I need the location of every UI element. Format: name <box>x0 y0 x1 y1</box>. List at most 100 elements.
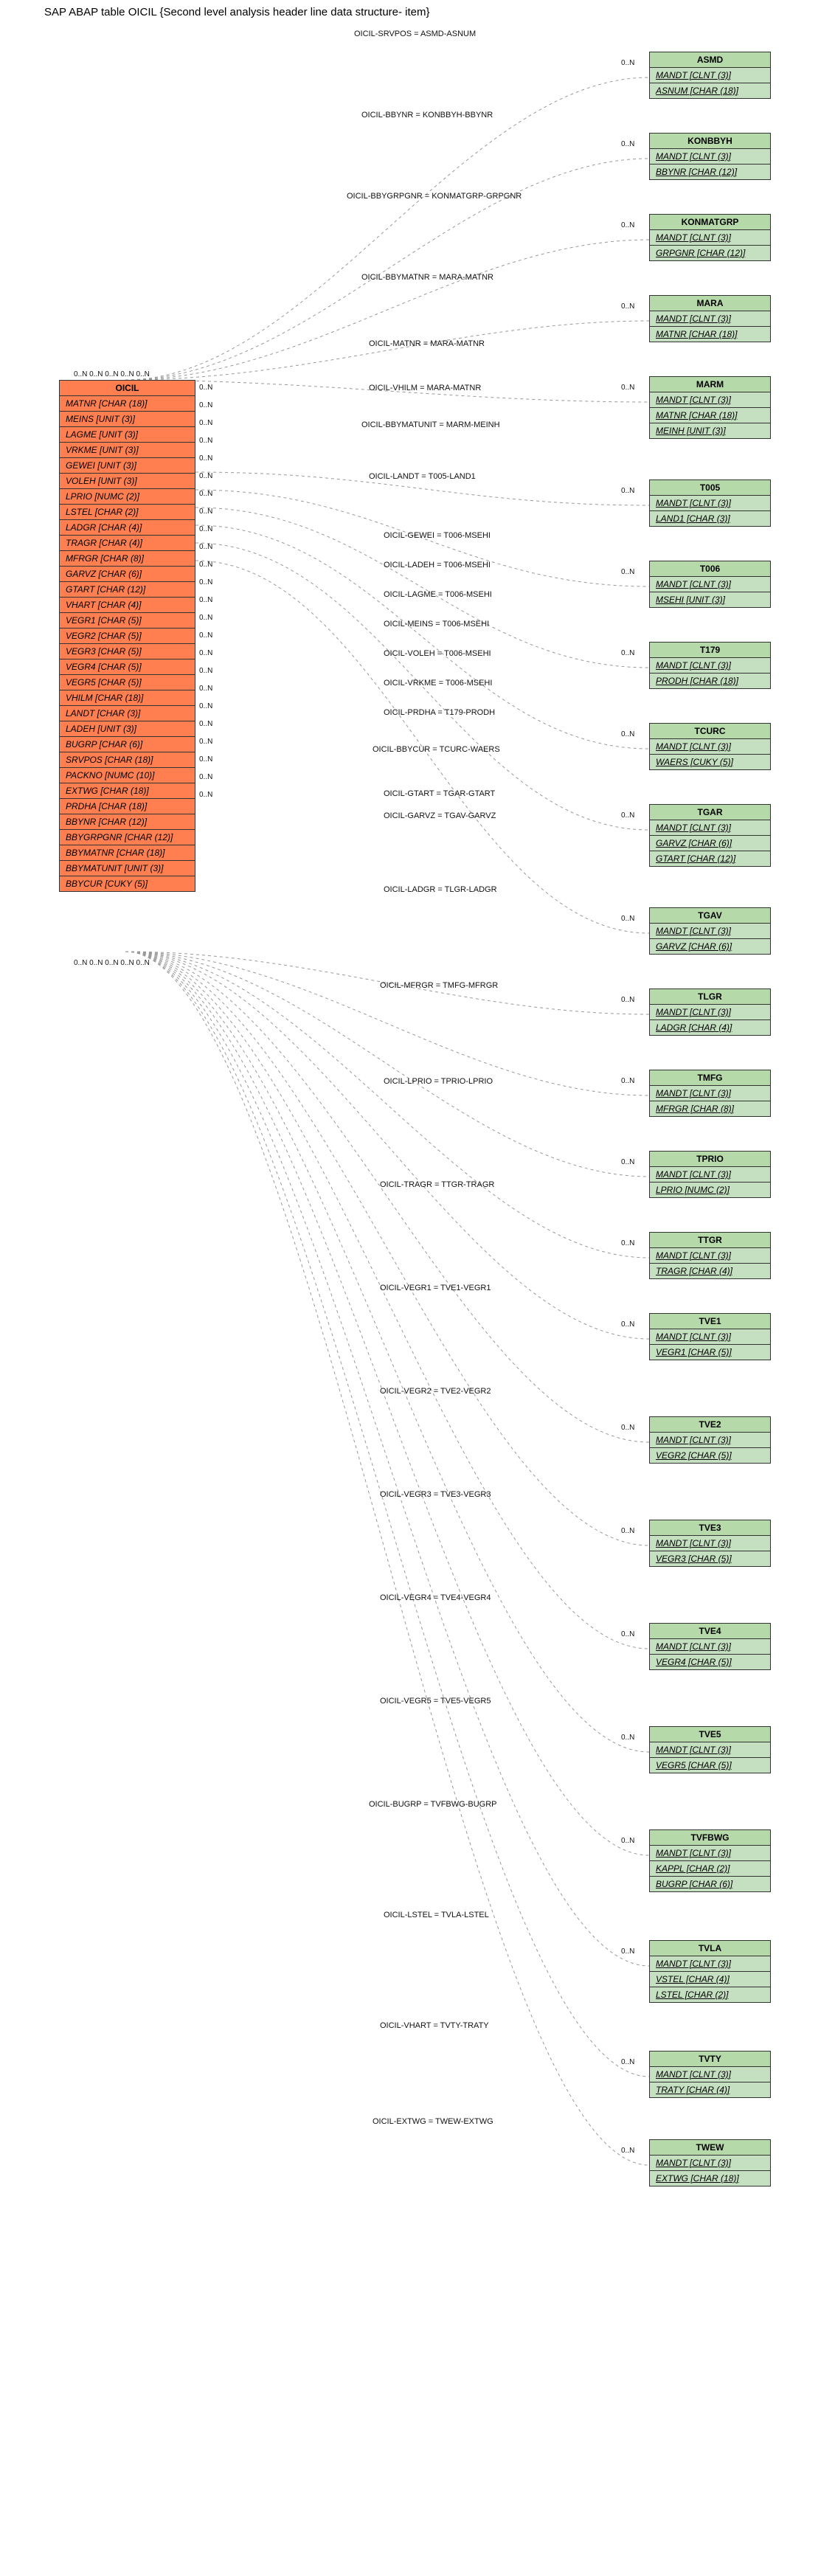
table-row: BBYNR [CHAR (12)] <box>650 165 770 179</box>
table-header: TCURC <box>650 724 770 739</box>
table-row: MEINS [UNIT (3)] <box>60 412 195 427</box>
table-row: VEGR3 [CHAR (5)] <box>60 644 195 659</box>
relation-label: OICIL-TRAGR = TTGR-TRAGR <box>380 1180 494 1189</box>
table-row: GTART [CHAR (12)] <box>60 582 195 598</box>
cardinality-label: 0..N <box>199 755 212 764</box>
table-header: KONBBYH <box>650 134 770 149</box>
relation-label: OICIL-MEINS = T006-MSEHI <box>384 620 489 629</box>
table-row: MATNR [CHAR (18)] <box>60 396 195 412</box>
cardinality-label: 0..N <box>199 561 212 569</box>
table-ttgr: TTGRMANDT [CLNT (3)]TRAGR [CHAR (4)] <box>649 1232 771 1279</box>
table-row: VSTEL [CHAR (4)] <box>650 1972 770 1987</box>
table-header: T006 <box>650 561 770 577</box>
cardinality-label: 0..N <box>199 685 212 693</box>
table-row: VEGR1 [CHAR (5)] <box>60 613 195 629</box>
relation-label: OICIL-VEGR5 = TVE5-VEGR5 <box>380 1697 491 1706</box>
table-row: LADEH [UNIT (3)] <box>60 721 195 737</box>
table-row: VEGR5 [CHAR (5)] <box>60 675 195 690</box>
table-header: TVE2 <box>650 1417 770 1433</box>
table-header: TMFG <box>650 1070 770 1086</box>
table-row: MANDT [CLNT (3)] <box>650 2156 770 2171</box>
cardinality-label: 0..N <box>621 1527 634 1535</box>
cardinality-label: 0..N <box>621 384 634 392</box>
table-header: T179 <box>650 643 770 658</box>
table-row: LSTEL [CHAR (2)] <box>650 1987 770 2002</box>
table-t179: T179MANDT [CLNT (3)]PRODH [CHAR (18)] <box>649 642 771 689</box>
relation-label: OICIL-GARVZ = TGAV-GARVZ <box>384 811 496 820</box>
relation-label: OICIL-LPRIO = TPRIO-LPRIO <box>384 1077 493 1086</box>
table-row: MATNR [CHAR (18)] <box>650 327 770 342</box>
relation-label: OICIL-MFRGR = TMFG-MFRGR <box>380 981 498 990</box>
table-row: MEINH [UNIT (3)] <box>650 423 770 438</box>
table-row: BBYMATNR [CHAR (18)] <box>60 845 195 861</box>
table-header: TWEW <box>650 2140 770 2156</box>
table-row: LPRIO [NUMC (2)] <box>60 489 195 505</box>
relation-label: OICIL-VHILM = MARA-MATNR <box>369 384 481 392</box>
cardinality-label: 0..N <box>199 419 212 427</box>
table-row: MANDT [CLNT (3)] <box>650 1956 770 1972</box>
relation-label: OICIL-BBYMATUNIT = MARM-MEINH <box>361 420 500 429</box>
table-row: GEWEI [UNIT (3)] <box>60 458 195 474</box>
table-row: BUGRP [CHAR (6)] <box>650 1877 770 1891</box>
cardinality-label: 0..N <box>199 614 212 622</box>
table-row: PACKNO [NUMC (10)] <box>60 768 195 783</box>
relation-label: OICIL-BBYCUR = TCURC-WAERS <box>373 745 500 754</box>
table-row: LSTEL [CHAR (2)] <box>60 505 195 520</box>
table-tmfg: TMFGMANDT [CLNT (3)]MFRGR [CHAR (8)] <box>649 1070 771 1117</box>
table-row: MFRGR [CHAR (8)] <box>650 1101 770 1116</box>
table-tvfbwg: TVFBWGMANDT [CLNT (3)]KAPPL [CHAR (2)]BU… <box>649 1829 771 1892</box>
table-row: TRAGR [CHAR (4)] <box>60 536 195 551</box>
table-konbbyh: KONBBYHMANDT [CLNT (3)]BBYNR [CHAR (12)] <box>649 133 771 180</box>
table-header: TVTY <box>650 2052 770 2067</box>
table-row: MANDT [CLNT (3)] <box>650 2067 770 2082</box>
table-row: SRVPOS [CHAR (18)] <box>60 752 195 768</box>
cardinality-label: 0..N <box>621 915 634 923</box>
table-row: VEGR5 [CHAR (5)] <box>650 1758 770 1773</box>
table-row: LAND1 [CHAR (3)] <box>650 511 770 526</box>
table-header: MARM <box>650 377 770 392</box>
table-header: TVE4 <box>650 1624 770 1639</box>
cardinality-label: 0..N <box>199 401 212 409</box>
table-row: MANDT [CLNT (3)] <box>650 1846 770 1861</box>
relation-label: OICIL-VEGR2 = TVE2-VEGR2 <box>380 1387 491 1396</box>
cardinality-label: 0..N <box>199 578 212 586</box>
table-row: VHART [CHAR (4)] <box>60 598 195 613</box>
table-row: TRATY [CHAR (4)] <box>650 2082 770 2097</box>
table-row: VEGR2 [CHAR (5)] <box>60 629 195 644</box>
cardinality-top: 0..N 0..N 0..N 0..N 0..N <box>74 370 150 378</box>
table-tve2: TVE2MANDT [CLNT (3)]VEGR2 [CHAR (5)] <box>649 1416 771 1464</box>
table-row: GRPGNR [CHAR (12)] <box>650 246 770 260</box>
relation-label: OICIL-LANDT = T005-LAND1 <box>369 472 476 481</box>
relation-label: OICIL-LAGME = T006-MSEHI <box>384 590 492 599</box>
table-row: LANDT [CHAR (3)] <box>60 706 195 721</box>
table-row: MANDT [CLNT (3)] <box>650 1086 770 1101</box>
table-row: EXTWG [CHAR (18)] <box>60 783 195 799</box>
table-row: VEGR2 [CHAR (5)] <box>650 1448 770 1463</box>
cardinality-label: 0..N <box>621 996 634 1004</box>
table-row: MANDT [CLNT (3)] <box>650 230 770 246</box>
relation-label: OICIL-VHART = TVTY-TRATY <box>380 2021 489 2030</box>
cardinality-label: 0..N <box>199 720 212 728</box>
cardinality-label: 0..N <box>199 454 212 463</box>
table-row: WAERS [CUKY (5)] <box>650 755 770 769</box>
table-header: TGAV <box>650 908 770 924</box>
relation-label: OICIL-VEGR4 = TVE4-VEGR4 <box>380 1593 491 1602</box>
table-row: VRKME [UNIT (3)] <box>60 443 195 458</box>
table-row: MANDT [CLNT (3)] <box>650 1433 770 1448</box>
table-row: MATNR [CHAR (18)] <box>650 408 770 423</box>
table-t006: T006MANDT [CLNT (3)]MSEHI [UNIT (3)] <box>649 561 771 608</box>
page-title: SAP ABAP table OICIL {Second level analy… <box>44 6 430 18</box>
relation-label: OICIL-SRVPOS = ASMD-ASNUM <box>354 30 476 38</box>
table-tve1: TVE1MANDT [CLNT (3)]VEGR1 [CHAR (5)] <box>649 1313 771 1360</box>
table-marm: MARMMANDT [CLNT (3)]MATNR [CHAR (18)]MEI… <box>649 376 771 439</box>
relation-label: OICIL-VRKME = T006-MSEHI <box>384 679 492 688</box>
table-row: MSEHI [UNIT (3)] <box>650 592 770 607</box>
cardinality-label: 0..N <box>199 508 212 516</box>
cardinality-label: 0..N <box>621 1077 634 1085</box>
table-row: VEGR1 [CHAR (5)] <box>650 1345 770 1360</box>
table-header: ASMD <box>650 52 770 68</box>
cardinality-label: 0..N <box>199 667 212 675</box>
cardinality-label: 0..N <box>199 649 212 657</box>
table-row: MANDT [CLNT (3)] <box>650 68 770 83</box>
table-header: TTGR <box>650 1233 770 1248</box>
